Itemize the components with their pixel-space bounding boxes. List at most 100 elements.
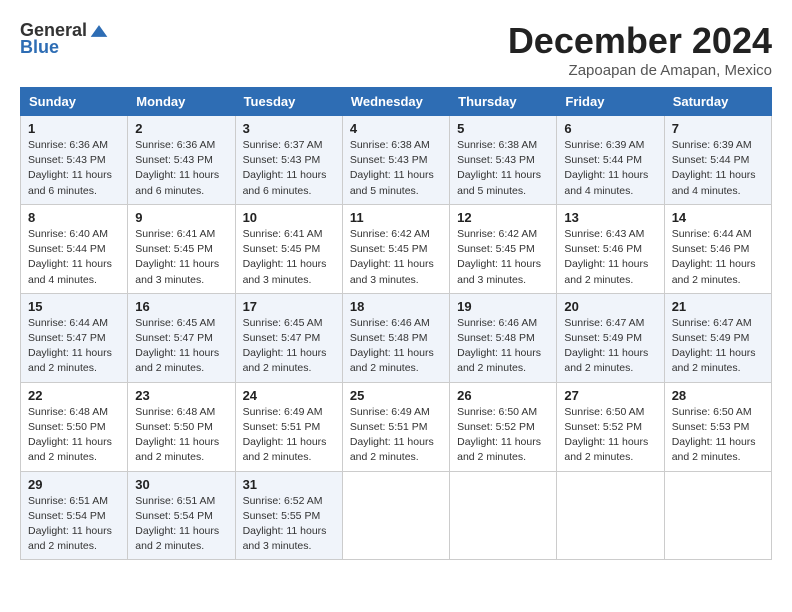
day-info: Sunrise: 6:38 AMSunset: 5:43 PMDaylight:… <box>457 139 541 197</box>
day-number: 12 <box>457 210 549 225</box>
day-number: 27 <box>564 388 656 403</box>
day-info: Sunrise: 6:40 AMSunset: 5:44 PMDaylight:… <box>28 228 112 286</box>
table-row: 8 Sunrise: 6:40 AMSunset: 5:44 PMDayligh… <box>21 204 128 293</box>
day-info: Sunrise: 6:52 AMSunset: 5:55 PMDaylight:… <box>243 495 327 553</box>
table-row: 13 Sunrise: 6:43 AMSunset: 5:46 PMDaylig… <box>557 204 664 293</box>
day-number: 9 <box>135 210 227 225</box>
table-row: 2 Sunrise: 6:36 AMSunset: 5:43 PMDayligh… <box>128 116 235 205</box>
table-row: 20 Sunrise: 6:47 AMSunset: 5:49 PMDaylig… <box>557 293 664 382</box>
day-info: Sunrise: 6:51 AMSunset: 5:54 PMDaylight:… <box>135 495 219 553</box>
day-number: 2 <box>135 121 227 136</box>
day-info: Sunrise: 6:41 AMSunset: 5:45 PMDaylight:… <box>243 228 327 286</box>
day-number: 16 <box>135 299 227 314</box>
table-row: 19 Sunrise: 6:46 AMSunset: 5:48 PMDaylig… <box>450 293 557 382</box>
table-row: 21 Sunrise: 6:47 AMSunset: 5:49 PMDaylig… <box>664 293 771 382</box>
day-info: Sunrise: 6:47 AMSunset: 5:49 PMDaylight:… <box>564 317 648 375</box>
day-info: Sunrise: 6:42 AMSunset: 5:45 PMDaylight:… <box>350 228 434 286</box>
table-row: 23 Sunrise: 6:48 AMSunset: 5:50 PMDaylig… <box>128 382 235 471</box>
table-row: 22 Sunrise: 6:48 AMSunset: 5:50 PMDaylig… <box>21 382 128 471</box>
col-wednesday: Wednesday <box>342 88 449 116</box>
title-block: December 2024 Zapoapan de Amapan, Mexico <box>508 20 772 79</box>
day-info: Sunrise: 6:47 AMSunset: 5:49 PMDaylight:… <box>672 317 756 375</box>
empty-cell <box>342 471 449 560</box>
day-number: 8 <box>28 210 120 225</box>
day-number: 7 <box>672 121 764 136</box>
table-row: 10 Sunrise: 6:41 AMSunset: 5:45 PMDaylig… <box>235 204 342 293</box>
table-row: 30 Sunrise: 6:51 AMSunset: 5:54 PMDaylig… <box>128 471 235 560</box>
day-number: 19 <box>457 299 549 314</box>
day-info: Sunrise: 6:48 AMSunset: 5:50 PMDaylight:… <box>135 406 219 464</box>
table-row: 27 Sunrise: 6:50 AMSunset: 5:52 PMDaylig… <box>557 382 664 471</box>
calendar-week-4: 22 Sunrise: 6:48 AMSunset: 5:50 PMDaylig… <box>21 382 772 471</box>
day-info: Sunrise: 6:43 AMSunset: 5:46 PMDaylight:… <box>564 228 648 286</box>
day-info: Sunrise: 6:39 AMSunset: 5:44 PMDaylight:… <box>672 139 756 197</box>
empty-cell <box>450 471 557 560</box>
table-row: 6 Sunrise: 6:39 AMSunset: 5:44 PMDayligh… <box>557 116 664 205</box>
day-number: 20 <box>564 299 656 314</box>
day-info: Sunrise: 6:41 AMSunset: 5:45 PMDaylight:… <box>135 228 219 286</box>
day-info: Sunrise: 6:44 AMSunset: 5:46 PMDaylight:… <box>672 228 756 286</box>
day-info: Sunrise: 6:36 AMSunset: 5:43 PMDaylight:… <box>135 139 219 197</box>
col-saturday: Saturday <box>664 88 771 116</box>
day-number: 3 <box>243 121 335 136</box>
day-number: 11 <box>350 210 442 225</box>
table-row: 16 Sunrise: 6:45 AMSunset: 5:47 PMDaylig… <box>128 293 235 382</box>
calendar-table: Sunday Monday Tuesday Wednesday Thursday… <box>20 87 772 560</box>
empty-cell <box>557 471 664 560</box>
day-number: 18 <box>350 299 442 314</box>
day-info: Sunrise: 6:51 AMSunset: 5:54 PMDaylight:… <box>28 495 112 553</box>
col-friday: Friday <box>557 88 664 116</box>
table-row: 25 Sunrise: 6:49 AMSunset: 5:51 PMDaylig… <box>342 382 449 471</box>
day-number: 24 <box>243 388 335 403</box>
logo-blue-text: Blue <box>20 37 59 58</box>
table-row: 15 Sunrise: 6:44 AMSunset: 5:47 PMDaylig… <box>21 293 128 382</box>
day-number: 26 <box>457 388 549 403</box>
calendar-week-5: 29 Sunrise: 6:51 AMSunset: 5:54 PMDaylig… <box>21 471 772 560</box>
empty-cell <box>664 471 771 560</box>
page-header: General Blue December 2024 Zapoapan de A… <box>20 20 772 79</box>
day-info: Sunrise: 6:36 AMSunset: 5:43 PMDaylight:… <box>28 139 112 197</box>
table-row: 17 Sunrise: 6:45 AMSunset: 5:47 PMDaylig… <box>235 293 342 382</box>
day-number: 22 <box>28 388 120 403</box>
day-number: 4 <box>350 121 442 136</box>
col-sunday: Sunday <box>21 88 128 116</box>
calendar-week-3: 15 Sunrise: 6:44 AMSunset: 5:47 PMDaylig… <box>21 293 772 382</box>
table-row: 9 Sunrise: 6:41 AMSunset: 5:45 PMDayligh… <box>128 204 235 293</box>
day-info: Sunrise: 6:48 AMSunset: 5:50 PMDaylight:… <box>28 406 112 464</box>
day-number: 31 <box>243 477 335 492</box>
table-row: 31 Sunrise: 6:52 AMSunset: 5:55 PMDaylig… <box>235 471 342 560</box>
table-row: 29 Sunrise: 6:51 AMSunset: 5:54 PMDaylig… <box>21 471 128 560</box>
day-info: Sunrise: 6:45 AMSunset: 5:47 PMDaylight:… <box>243 317 327 375</box>
table-row: 18 Sunrise: 6:46 AMSunset: 5:48 PMDaylig… <box>342 293 449 382</box>
day-number: 17 <box>243 299 335 314</box>
table-row: 14 Sunrise: 6:44 AMSunset: 5:46 PMDaylig… <box>664 204 771 293</box>
month-title: December 2024 <box>508 20 772 62</box>
table-row: 12 Sunrise: 6:42 AMSunset: 5:45 PMDaylig… <box>450 204 557 293</box>
table-row: 11 Sunrise: 6:42 AMSunset: 5:45 PMDaylig… <box>342 204 449 293</box>
day-number: 28 <box>672 388 764 403</box>
day-number: 29 <box>28 477 120 492</box>
logo-icon <box>89 21 109 41</box>
day-info: Sunrise: 6:38 AMSunset: 5:43 PMDaylight:… <box>350 139 434 197</box>
day-number: 1 <box>28 121 120 136</box>
col-monday: Monday <box>128 88 235 116</box>
day-number: 15 <box>28 299 120 314</box>
table-row: 26 Sunrise: 6:50 AMSunset: 5:52 PMDaylig… <box>450 382 557 471</box>
table-row: 3 Sunrise: 6:37 AMSunset: 5:43 PMDayligh… <box>235 116 342 205</box>
day-number: 25 <box>350 388 442 403</box>
day-number: 23 <box>135 388 227 403</box>
day-info: Sunrise: 6:37 AMSunset: 5:43 PMDaylight:… <box>243 139 327 197</box>
table-row: 1 Sunrise: 6:36 AMSunset: 5:43 PMDayligh… <box>21 116 128 205</box>
table-row: 7 Sunrise: 6:39 AMSunset: 5:44 PMDayligh… <box>664 116 771 205</box>
col-tuesday: Tuesday <box>235 88 342 116</box>
day-info: Sunrise: 6:50 AMSunset: 5:53 PMDaylight:… <box>672 406 756 464</box>
col-thursday: Thursday <box>450 88 557 116</box>
calendar-week-2: 8 Sunrise: 6:40 AMSunset: 5:44 PMDayligh… <box>21 204 772 293</box>
table-row: 24 Sunrise: 6:49 AMSunset: 5:51 PMDaylig… <box>235 382 342 471</box>
day-number: 10 <box>243 210 335 225</box>
day-number: 6 <box>564 121 656 136</box>
day-number: 5 <box>457 121 549 136</box>
day-info: Sunrise: 6:50 AMSunset: 5:52 PMDaylight:… <box>564 406 648 464</box>
table-row: 28 Sunrise: 6:50 AMSunset: 5:53 PMDaylig… <box>664 382 771 471</box>
day-number: 30 <box>135 477 227 492</box>
